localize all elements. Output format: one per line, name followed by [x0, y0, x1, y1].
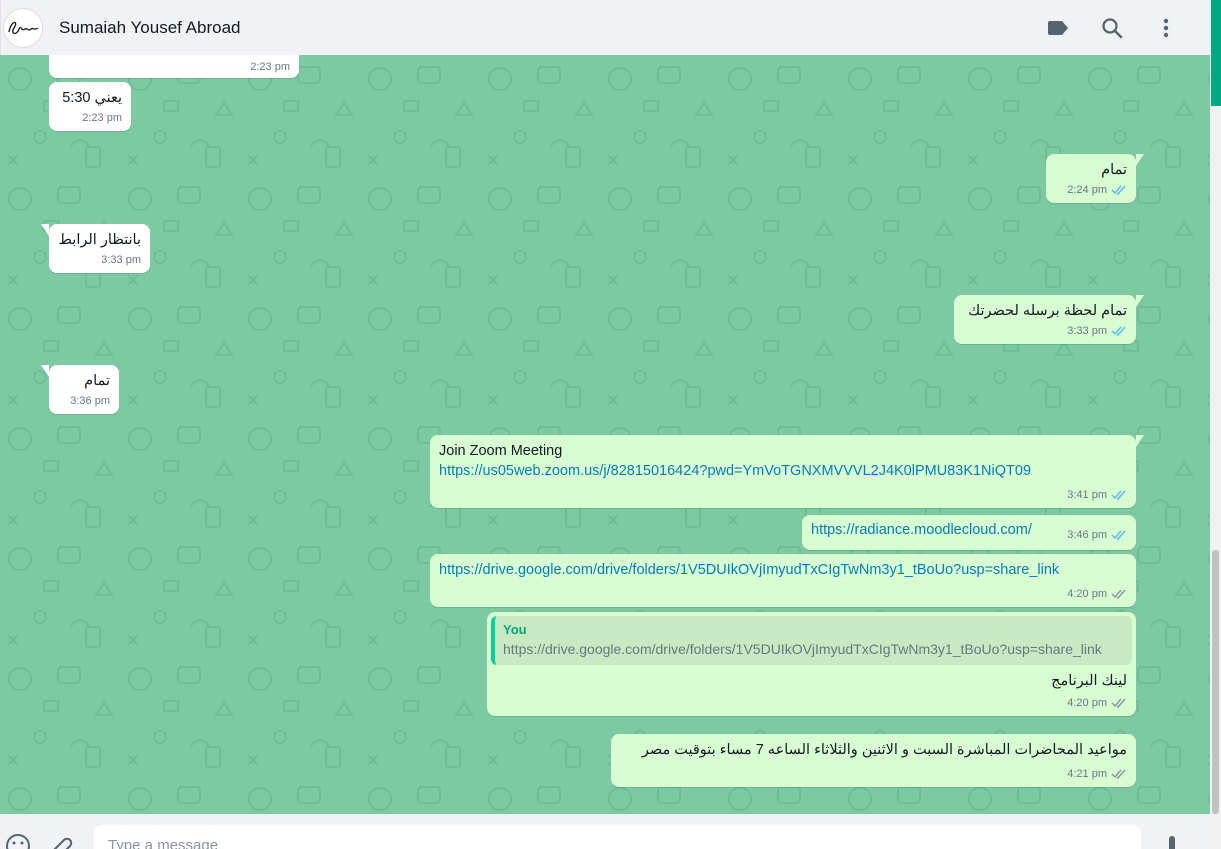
quoted-message[interactable]: You https://drive.google.com/drive/folde…	[491, 616, 1132, 665]
scrollbar-accent	[1211, 0, 1221, 106]
contact-name[interactable]: Sumaiah Yousef Abroad	[59, 18, 240, 38]
message-time: 3:33 pm	[1067, 324, 1107, 337]
message-time: 2:23 pm	[82, 111, 122, 124]
quote-text: https://drive.google.com/drive/folders/1…	[503, 641, 1102, 657]
delivered-ticks-icon	[1111, 698, 1126, 708]
search-icon[interactable]	[1096, 12, 1128, 44]
bubble-tail	[1136, 435, 1144, 447]
signature-logo	[8, 21, 39, 34]
menu-icon[interactable]	[1150, 12, 1182, 44]
message-bubble-incoming[interactable]: بانتظار الرابط 3:33 pm	[41, 224, 150, 273]
read-ticks-icon	[1111, 326, 1126, 336]
quote-author: You	[503, 622, 527, 637]
read-ticks-icon	[1111, 185, 1126, 195]
emoji-icon[interactable]	[4, 832, 32, 849]
message-time: 3:36 pm	[70, 394, 110, 407]
message-bubble-incoming[interactable]: تمام 3:36 pm	[41, 365, 119, 414]
message-time: 3:46 pm	[1067, 528, 1107, 541]
composer	[0, 814, 1210, 849]
message-time: 4:20 pm	[1067, 696, 1107, 709]
message-text: تمام	[1101, 162, 1127, 178]
message-bubble-outgoing[interactable]: You https://drive.google.com/drive/folde…	[487, 612, 1136, 716]
avatar[interactable]	[3, 7, 43, 48]
message-bubble-outgoing[interactable]: https://drive.google.com/drive/folders/1…	[430, 554, 1136, 607]
message-text: يعني 5:30	[62, 90, 122, 106]
message-input[interactable]	[94, 825, 1141, 849]
message-link[interactable]: https://radiance.moodlecloud.com/	[811, 520, 1032, 540]
message-text: تمام لحظة برسله لحضرتك	[968, 303, 1127, 319]
message-bubble-outgoing[interactable]: Join Zoom Meeting https://us05web.zoom.u…	[430, 435, 1144, 508]
bubble-tail	[1136, 154, 1144, 166]
chat-area[interactable]: 2:23 pm يعني 5:30 2:23 pm تمام 2:24 pm ب…	[0, 55, 1210, 814]
microphone-icon[interactable]	[1160, 832, 1188, 849]
message-time: 2:23 pm	[250, 60, 290, 73]
attach-icon[interactable]	[48, 832, 76, 849]
message-time: 4:21 pm	[1067, 767, 1107, 780]
message-bubble-outgoing[interactable]: مواعيد المحاضرات المباشرة السبت و الاثني…	[611, 734, 1136, 787]
message-link[interactable]: https://drive.google.com/drive/folders/1…	[439, 560, 1127, 580]
delivered-ticks-icon	[1111, 589, 1126, 599]
message-link[interactable]: https://us05web.zoom.us/j/82815016424?pw…	[439, 461, 1127, 481]
message-text: تمام	[84, 373, 110, 389]
message-bubble-incoming[interactable]: 2:23 pm	[49, 55, 299, 78]
message-bubble-outgoing[interactable]: تمام لحظة برسله لحضرتك 3:33 pm	[954, 295, 1144, 344]
message-time: 3:41 pm	[1067, 488, 1107, 501]
scrollbar-thumb[interactable]	[1212, 550, 1219, 814]
label-icon[interactable]	[1042, 12, 1074, 44]
message-bubble-outgoing[interactable]: تمام 2:24 pm	[1046, 154, 1144, 203]
message-bubble-incoming[interactable]: يعني 5:30 2:23 pm	[49, 82, 131, 131]
message-bubble-outgoing[interactable]: https://radiance.moodlecloud.com/ 3:46 p…	[802, 515, 1136, 550]
message-time: 4:20 pm	[1067, 587, 1107, 600]
read-ticks-icon	[1111, 530, 1126, 540]
message-text: لينك البرنامج	[1051, 673, 1127, 689]
delivered-ticks-icon	[1111, 769, 1126, 779]
message-time: 3:33 pm	[101, 253, 141, 266]
read-ticks-icon	[1111, 490, 1126, 500]
message-text: Join Zoom Meeting	[439, 443, 563, 459]
chat-header: Sumaiah Yousef Abroad	[0, 0, 1210, 55]
message-text: بانتظار الرابط	[58, 232, 141, 248]
message-text: مواعيد المحاضرات المباشرة السبت و الاثني…	[641, 742, 1127, 758]
bubble-tail	[41, 365, 49, 377]
bubble-tail	[1136, 295, 1144, 307]
message-time: 2:24 pm	[1067, 183, 1107, 196]
scrollbar[interactable]	[1210, 0, 1221, 849]
bubble-tail	[41, 224, 49, 236]
